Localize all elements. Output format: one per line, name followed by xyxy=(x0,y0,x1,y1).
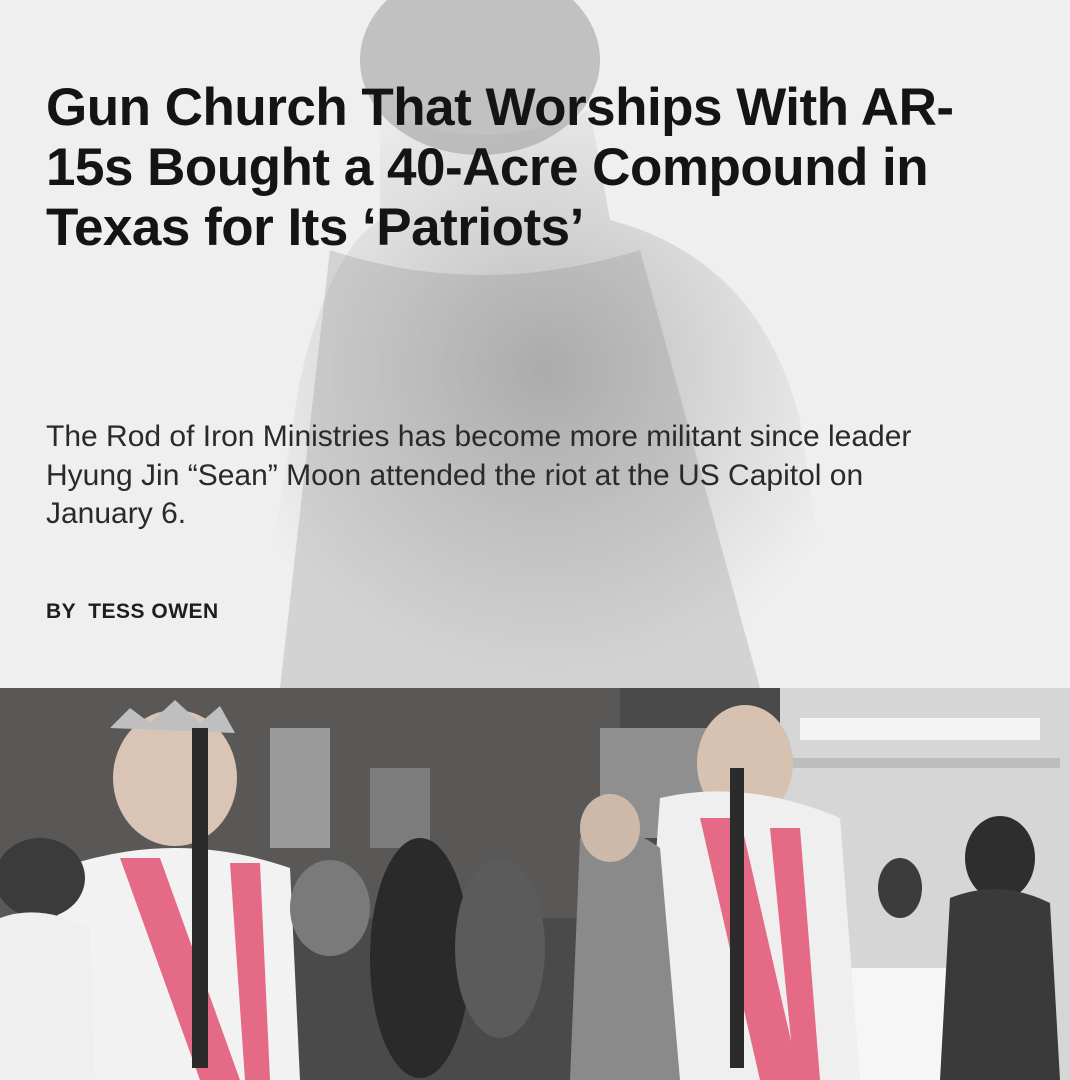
article-card: Gun Church That Worships With AR-15s Bou… xyxy=(0,0,1070,1080)
article-headline[interactable]: Gun Church That Worships With AR-15s Bou… xyxy=(46,78,1006,258)
photo-image xyxy=(0,688,1070,1080)
author-name[interactable]: TESS OWEN xyxy=(88,600,219,623)
byline: BY TESS OWEN xyxy=(46,600,219,624)
byline-prefix: BY xyxy=(46,600,77,623)
article-photo xyxy=(0,688,1070,1080)
article-dek: The Rod of Iron Ministries has become mo… xyxy=(46,420,912,530)
